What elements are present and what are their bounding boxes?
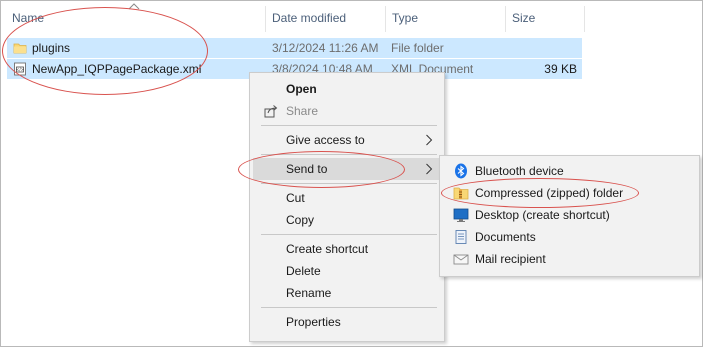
- column-divider[interactable]: [265, 6, 266, 32]
- menu-item-copy[interactable]: Copy: [253, 209, 441, 231]
- file-name: NewApp_IQPPagePackage.xml: [32, 62, 202, 76]
- menu-item-share[interactable]: Share: [253, 100, 441, 122]
- menu-separator: [261, 125, 437, 126]
- menu-item-open[interactable]: Open: [253, 78, 441, 100]
- submenu-item-label: Desktop (create shortcut): [475, 208, 610, 222]
- file-name: plugins: [32, 41, 71, 55]
- menu-item-label: Copy: [286, 213, 315, 227]
- submenu-item-label: Documents: [475, 230, 536, 244]
- menu-item-rename[interactable]: Rename: [253, 282, 441, 304]
- menu-item-label: Share: [286, 104, 319, 118]
- folder-icon: [13, 43, 27, 54]
- column-header: Name Date modified Type Size: [0, 0, 585, 36]
- sort-ascending-icon[interactable]: [128, 2, 140, 10]
- submenu-item-label: Mail recipient: [475, 252, 546, 266]
- documents-icon: [455, 230, 467, 244]
- column-name[interactable]: Name: [12, 11, 44, 27]
- file-type: File folder: [391, 41, 444, 55]
- chevron-right-icon: [426, 134, 433, 146]
- context-menu: Open Share Give access to Send to Cut Co…: [249, 72, 445, 342]
- file-size: 39 KB: [544, 62, 577, 76]
- file-date: 3/12/2024 11:26 AM: [272, 41, 379, 55]
- send-to-compressed-folder[interactable]: Compressed (zipped) folder: [443, 182, 696, 204]
- menu-item-label: Cut: [286, 191, 305, 205]
- menu-item-give-access[interactable]: Give access to: [253, 129, 441, 151]
- file-row-plugins[interactable]: plugins 3/12/2024 11:26 AM File folder: [7, 38, 582, 58]
- send-to-bluetooth[interactable]: Bluetooth device: [443, 160, 696, 182]
- desktop-icon: [453, 208, 469, 222]
- submenu-item-label: Compressed (zipped) folder: [475, 186, 624, 200]
- menu-separator: [261, 154, 437, 155]
- column-divider[interactable]: [385, 6, 386, 32]
- menu-item-delete[interactable]: Delete: [253, 260, 441, 282]
- send-to-mail-recipient[interactable]: Mail recipient: [443, 248, 696, 270]
- menu-item-properties[interactable]: Properties: [253, 311, 441, 333]
- menu-item-label: Rename: [286, 286, 332, 300]
- submenu-item-label: Bluetooth device: [475, 164, 564, 178]
- menu-item-create-shortcut[interactable]: Create shortcut: [253, 238, 441, 260]
- send-to-documents[interactable]: Documents: [443, 226, 696, 248]
- share-icon: [264, 105, 278, 118]
- svg-text:</>: </>: [16, 67, 24, 72]
- column-divider[interactable]: [505, 6, 506, 32]
- zip-folder-icon: [453, 187, 469, 200]
- menu-item-label: Give access to: [286, 133, 365, 147]
- column-date-modified[interactable]: Date modified: [272, 11, 346, 27]
- menu-item-label: Send to: [286, 162, 328, 176]
- xml-file-icon: </>: [14, 62, 26, 76]
- bluetooth-icon: [455, 163, 467, 179]
- menu-item-send-to[interactable]: Send to: [253, 158, 441, 180]
- menu-item-label: Open: [286, 82, 317, 96]
- column-size[interactable]: Size: [512, 11, 535, 27]
- column-type[interactable]: Type: [392, 11, 418, 27]
- chevron-right-icon: [426, 163, 433, 175]
- menu-item-cut[interactable]: Cut: [253, 187, 441, 209]
- menu-separator: [261, 234, 437, 235]
- send-to-desktop[interactable]: Desktop (create shortcut): [443, 204, 696, 226]
- menu-item-label: Delete: [286, 264, 321, 278]
- menu-separator: [261, 307, 437, 308]
- menu-item-label: Create shortcut: [286, 242, 369, 256]
- mail-icon: [453, 254, 469, 265]
- menu-separator: [261, 183, 437, 184]
- send-to-submenu: Bluetooth device Compressed (zipped) fol…: [439, 155, 700, 277]
- menu-item-label: Properties: [286, 315, 341, 329]
- column-divider[interactable]: [584, 6, 585, 32]
